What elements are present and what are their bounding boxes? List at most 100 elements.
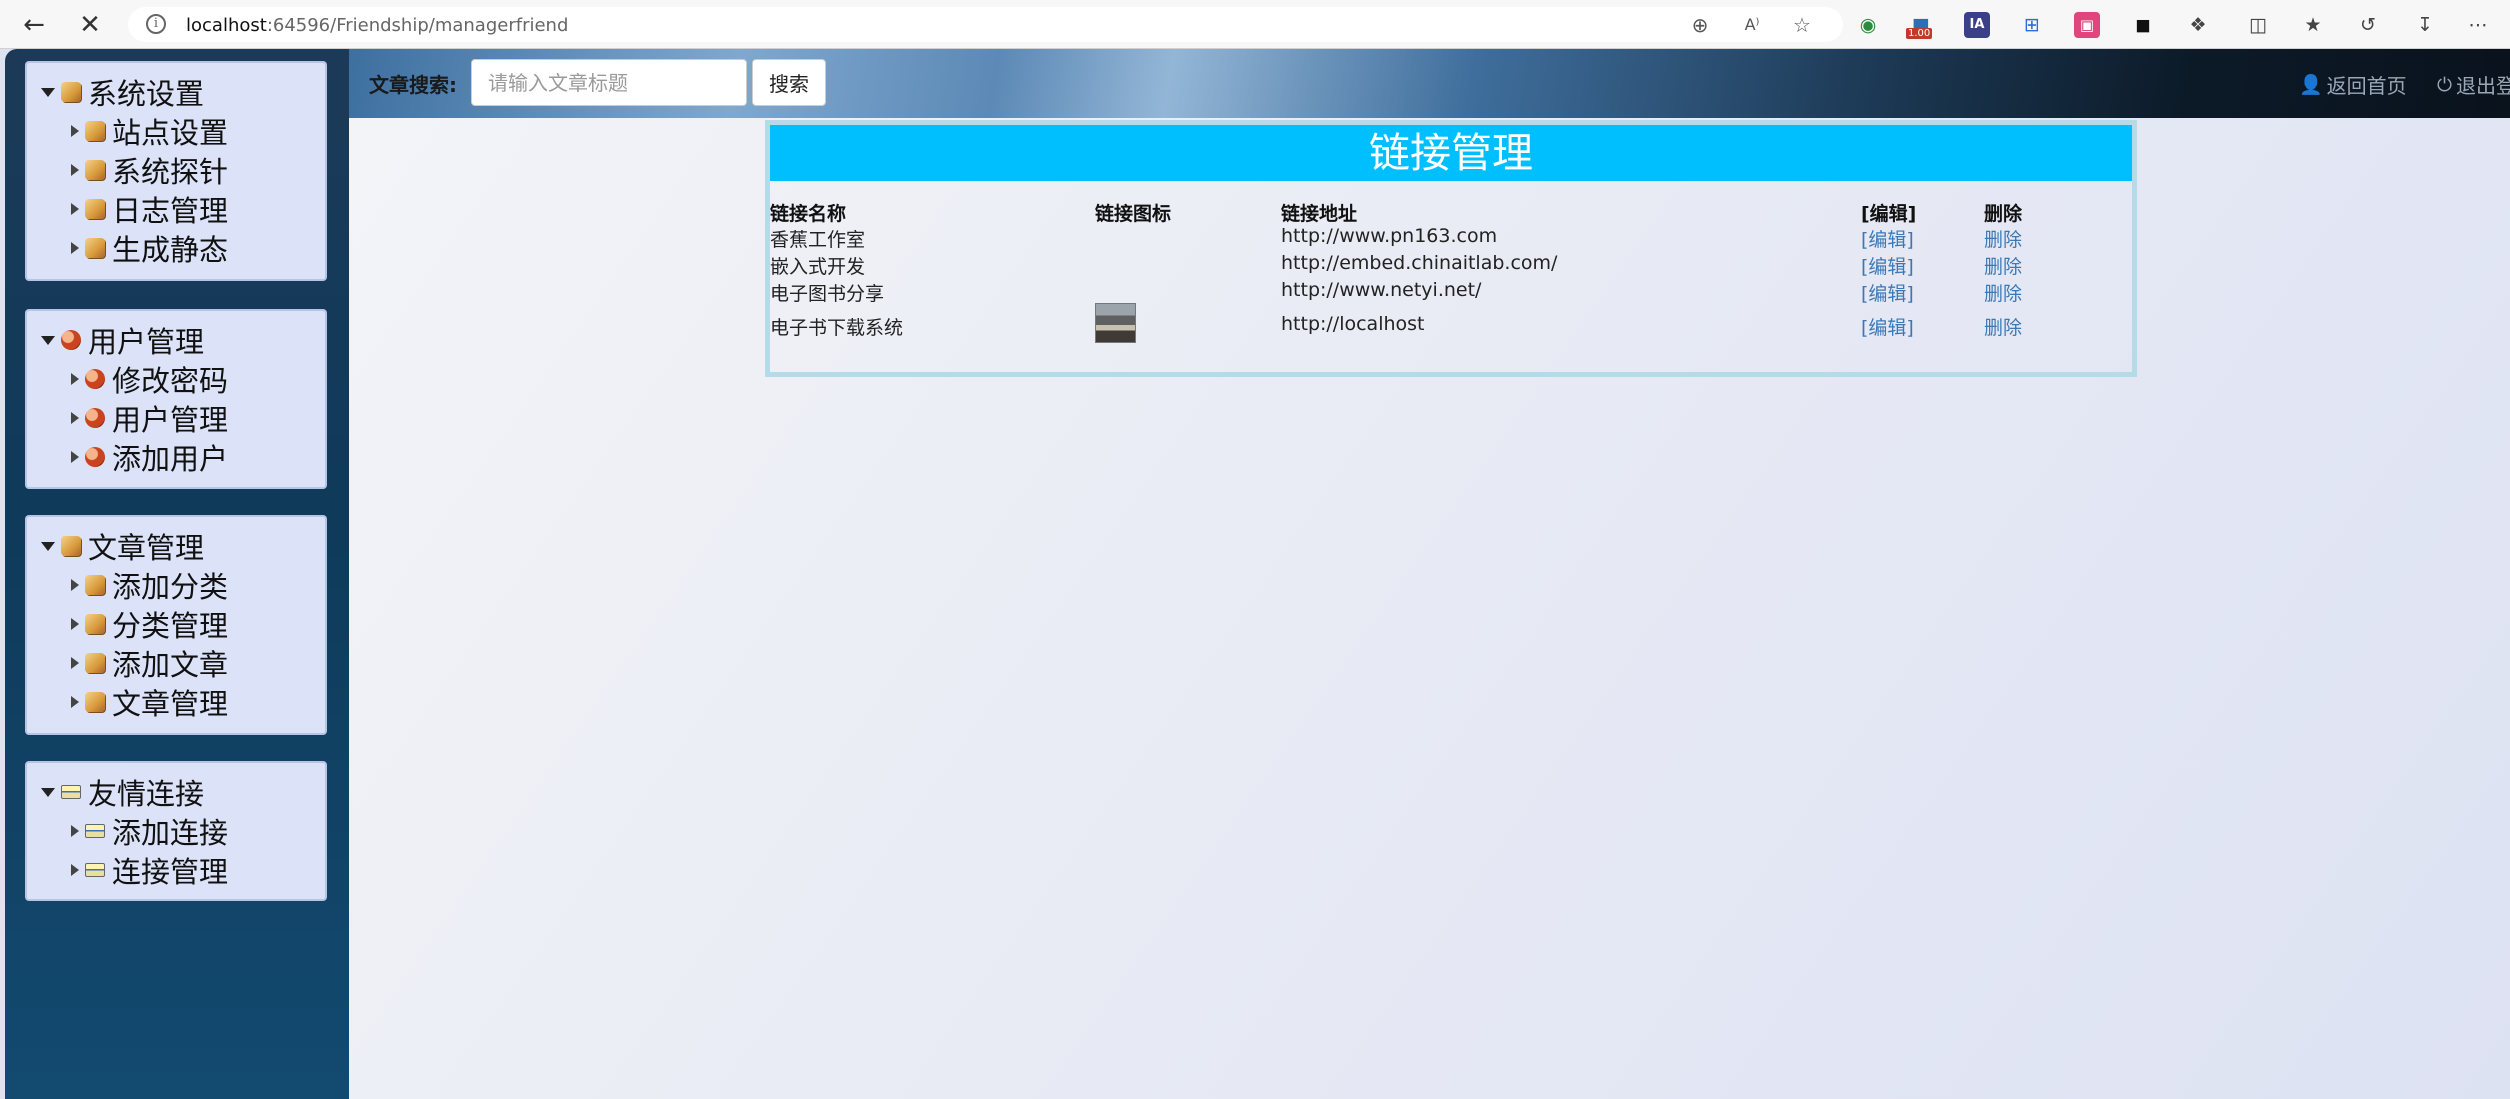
sidebar-item-link-management[interactable]: 连接管理 [71, 852, 228, 889]
sidebar-item-system-probe[interactable]: 系统探针 [71, 152, 229, 189]
delete-link[interactable]: 删除 [1984, 252, 2022, 279]
sidebar-item-change-password[interactable]: 修改密码 [71, 361, 228, 398]
delete-link[interactable]: 删除 [1984, 313, 2022, 340]
link-url: http://www.netyi.net/ [1281, 279, 1482, 301]
collapse-arrow-icon[interactable] [41, 787, 55, 797]
column-header-delete: 删除 [1984, 203, 2023, 225]
column-header-name: 链接名称 [770, 203, 847, 225]
expand-arrow-icon[interactable] [71, 164, 79, 176]
more-menu-icon[interactable]: ⋯ [2465, 12, 2491, 38]
extension-ia-icon[interactable]: IA [1964, 12, 1990, 38]
extensions-puzzle-icon[interactable]: ❖ [2185, 12, 2211, 38]
sidebar-item-log-management[interactable]: 日志管理 [71, 191, 228, 228]
item-label: 生成静态 [112, 233, 229, 267]
card-icon [85, 824, 105, 838]
extension-game-icon[interactable]: ◼ [2130, 12, 2156, 38]
panel-title: 链接管理 [770, 125, 2132, 181]
delete-link[interactable]: 删除 [1984, 225, 2022, 252]
user-icon [85, 369, 105, 389]
read-aloud-icon[interactable]: A⁾ [1740, 13, 1764, 37]
back-icon[interactable]: ← [18, 9, 50, 41]
sidebar-item-site-settings[interactable]: 站点设置 [71, 113, 228, 150]
item-label: 添加连接 [112, 816, 229, 850]
favorite-star-icon[interactable]: ☆ [1790, 13, 1814, 37]
main-content: 链接管理 链接名称 链接图标 链接地址 [编辑] 删除 香蕉工作室 http:/… [349, 118, 2510, 1099]
sidebar-item-user-management[interactable]: 用户管理 [71, 400, 228, 437]
column-header-icon: 链接图标 [1095, 203, 1172, 225]
expand-arrow-icon[interactable] [71, 864, 79, 876]
expand-arrow-icon[interactable] [71, 412, 79, 424]
power-icon: ⏻ [2437, 73, 2453, 96]
delete-link[interactable]: 删除 [1984, 279, 2022, 306]
home-link[interactable]: 👤 返回首页 [2299, 70, 2407, 99]
expand-arrow-icon[interactable] [71, 125, 79, 137]
card-icon [85, 863, 105, 877]
zoom-icon[interactable]: ⊕ [1688, 13, 1712, 37]
sidebar-group-users: 用户管理 修改密码 用户管理 添加用户 [25, 309, 327, 489]
split-screen-icon[interactable]: ◫ [2245, 12, 2271, 38]
edit-link[interactable]: [编辑] [1861, 279, 1914, 306]
extension-meter-icon[interactable]: ■ 1.00 [1906, 12, 1934, 39]
box-icon [85, 238, 105, 258]
item-label: 系统探针 [112, 155, 229, 189]
top-header: 文章搜索: 搜索 👤 返回首页 ⏻ 退出登 [349, 49, 2510, 118]
tree-group-header[interactable]: 友情连接 [41, 774, 204, 811]
edit-link[interactable]: [编辑] [1861, 313, 1914, 340]
box-icon [61, 82, 81, 102]
collapse-arrow-icon[interactable] [41, 541, 55, 551]
expand-arrow-icon[interactable] [71, 242, 79, 254]
user-icon [61, 330, 81, 350]
extension-photo-icon[interactable]: ▣ [2074, 12, 2100, 38]
stop-loading-icon[interactable]: ✕ [74, 9, 106, 41]
sidebar-group-friend-links: 友情连接 添加连接 连接管理 [25, 761, 327, 901]
sidebar-item-add-article[interactable]: 添加文章 [71, 645, 228, 682]
item-label: 分类管理 [112, 609, 229, 643]
sidebar-item-add-category[interactable]: 添加分类 [71, 567, 228, 604]
sidebar-group-articles: 文章管理 添加分类 分类管理 添加文章 文章管理 [25, 515, 327, 735]
card-icon [61, 785, 81, 799]
item-label: 添加用户 [112, 442, 229, 476]
link-name: 电子书下载系统 [770, 317, 904, 339]
tree-group-header[interactable]: 用户管理 [41, 322, 205, 359]
extension-crop-icon[interactable]: ⊞ [2019, 12, 2045, 38]
search-button[interactable]: 搜索 [752, 59, 826, 106]
sidebar-item-generate-static[interactable]: 生成静态 [71, 230, 229, 267]
tree-group-header[interactable]: 文章管理 [41, 528, 204, 565]
box-icon [61, 536, 81, 556]
sidebar-item-add-link[interactable]: 添加连接 [71, 813, 229, 850]
address-bar[interactable]: i localhost:64596/Friendship/managerfrie… [128, 7, 1843, 42]
link-management-panel: 链接管理 链接名称 链接图标 链接地址 [编辑] 删除 香蕉工作室 http:/… [765, 120, 2137, 377]
collapse-arrow-icon[interactable] [41, 87, 55, 97]
history-icon[interactable]: ↺ [2355, 12, 2381, 38]
left-sidebar: 系统设置 站点设置 系统探针 日志管理 生成静态 用户管理 修改密码 用户管理 … [5, 49, 349, 1099]
extension-globe-icon[interactable]: ◉ [1855, 12, 1881, 38]
expand-arrow-icon[interactable] [71, 451, 79, 463]
expand-arrow-icon[interactable] [71, 657, 79, 669]
expand-arrow-icon[interactable] [71, 373, 79, 385]
expand-arrow-icon[interactable] [71, 825, 79, 837]
expand-arrow-icon[interactable] [71, 579, 79, 591]
column-header-url: 链接地址 [1281, 203, 1358, 225]
sidebar-item-add-user[interactable]: 添加用户 [71, 439, 229, 476]
edit-link[interactable]: [编辑] [1861, 252, 1914, 279]
sidebar-group-system: 系统设置 站点设置 系统探针 日志管理 生成静态 [25, 61, 327, 281]
search-label: 文章搜索: [369, 73, 457, 97]
url-text[interactable]: localhost:64596/Friendship/managerfriend [186, 15, 568, 36]
group-title: 用户管理 [88, 325, 205, 359]
box-icon [85, 575, 105, 595]
sidebar-item-category-management[interactable]: 分类管理 [71, 606, 229, 643]
collapse-arrow-icon[interactable] [41, 335, 55, 345]
expand-arrow-icon[interactable] [71, 618, 79, 630]
logout-link[interactable]: ⏻ 退出登 [2437, 70, 2510, 99]
info-icon[interactable]: i [146, 14, 166, 34]
search-input[interactable] [471, 59, 747, 106]
favorites-icon[interactable]: ★ [2300, 12, 2326, 38]
tree-group-header[interactable]: 系统设置 [41, 74, 204, 111]
expand-arrow-icon[interactable] [71, 203, 79, 215]
edit-link[interactable]: [编辑] [1861, 225, 1914, 252]
expand-arrow-icon[interactable] [71, 696, 79, 708]
sidebar-item-article-management[interactable]: 文章管理 [71, 684, 229, 721]
downloads-icon[interactable]: ↧ [2412, 12, 2438, 38]
item-label: 文章管理 [112, 687, 229, 721]
user-icon [85, 408, 105, 428]
